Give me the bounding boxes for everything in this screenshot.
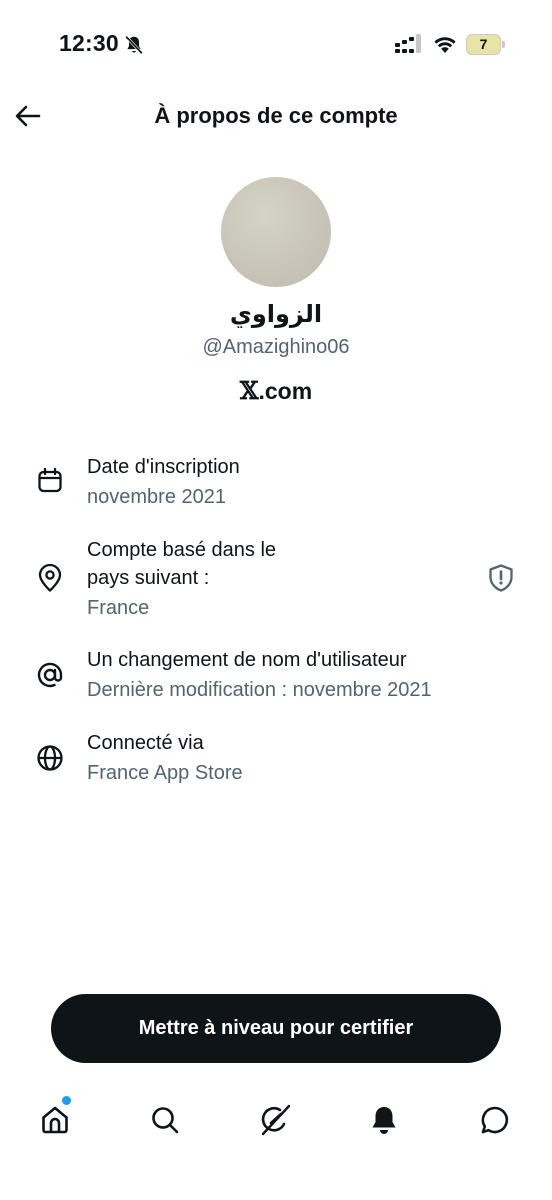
notifications-icon — [372, 1107, 396, 1134]
info-title-line1: Compte basé dans le — [87, 539, 277, 561]
upgrade-to-verify-button[interactable]: Mettre à niveau pour certifier — [51, 994, 501, 1063]
calendar-icon — [32, 463, 68, 499]
x-logo-icon: 𝕏 — [239, 376, 259, 405]
page-title: À propos de ce compte — [154, 103, 398, 128]
messages-icon — [481, 1106, 509, 1134]
wifi-icon — [434, 37, 456, 53]
info-text: Compte basé dans le pays suivant : Franc… — [87, 536, 487, 622]
nav-messages[interactable] — [475, 1100, 515, 1140]
status-time: 12:30 — [59, 30, 119, 56]
location-pin-icon — [32, 560, 68, 596]
info-value: France — [87, 597, 150, 619]
info-text: Date d'inscription novembre 2021 — [87, 453, 487, 511]
search-icon — [152, 1107, 179, 1134]
nav-search[interactable] — [145, 1100, 185, 1140]
shield-button[interactable] — [484, 561, 518, 595]
status-bar: 12:30 7 — [0, 0, 552, 90]
info-title: Un changement de nom d'utilisateur — [87, 649, 407, 671]
info-value: Dernière modification : novembre 2021 — [87, 679, 432, 701]
bell-off-icon — [125, 35, 143, 55]
platform-label: 𝕏.com — [0, 376, 552, 405]
platform-suffix: .com — [258, 378, 313, 404]
info-value: novembre 2021 — [87, 486, 226, 508]
globe-icon — [32, 740, 68, 776]
bottom-nav — [0, 1086, 552, 1152]
info-title: Connecté via — [87, 732, 204, 754]
info-value: France App Store — [87, 762, 243, 784]
user-handle: @Amazighino06 — [202, 336, 350, 358]
avatar[interactable] — [221, 177, 331, 287]
nav-home[interactable] — [35, 1100, 75, 1140]
battery-icon: 7 — [466, 34, 506, 55]
home-notification-dot — [62, 1096, 71, 1105]
info-text: Connecté via France App Store — [87, 729, 487, 787]
shield-icon — [489, 564, 513, 592]
nav-grok[interactable] — [255, 1100, 295, 1140]
signal-icon — [395, 34, 421, 53]
at-sign-icon — [32, 657, 68, 693]
info-title: Date d'inscription — [87, 456, 240, 478]
grok-icon — [261, 1104, 291, 1136]
info-title-line2: pays suivant : — [87, 567, 210, 589]
header: À propos de ce compte — [0, 90, 552, 144]
battery-level: 7 — [479, 36, 488, 52]
nav-notifications[interactable] — [364, 1100, 404, 1140]
home-icon — [42, 1106, 68, 1134]
display-name: الزواوي — [229, 301, 323, 328]
info-text: Un changement de nom d'utilisateur Derni… — [87, 646, 527, 704]
